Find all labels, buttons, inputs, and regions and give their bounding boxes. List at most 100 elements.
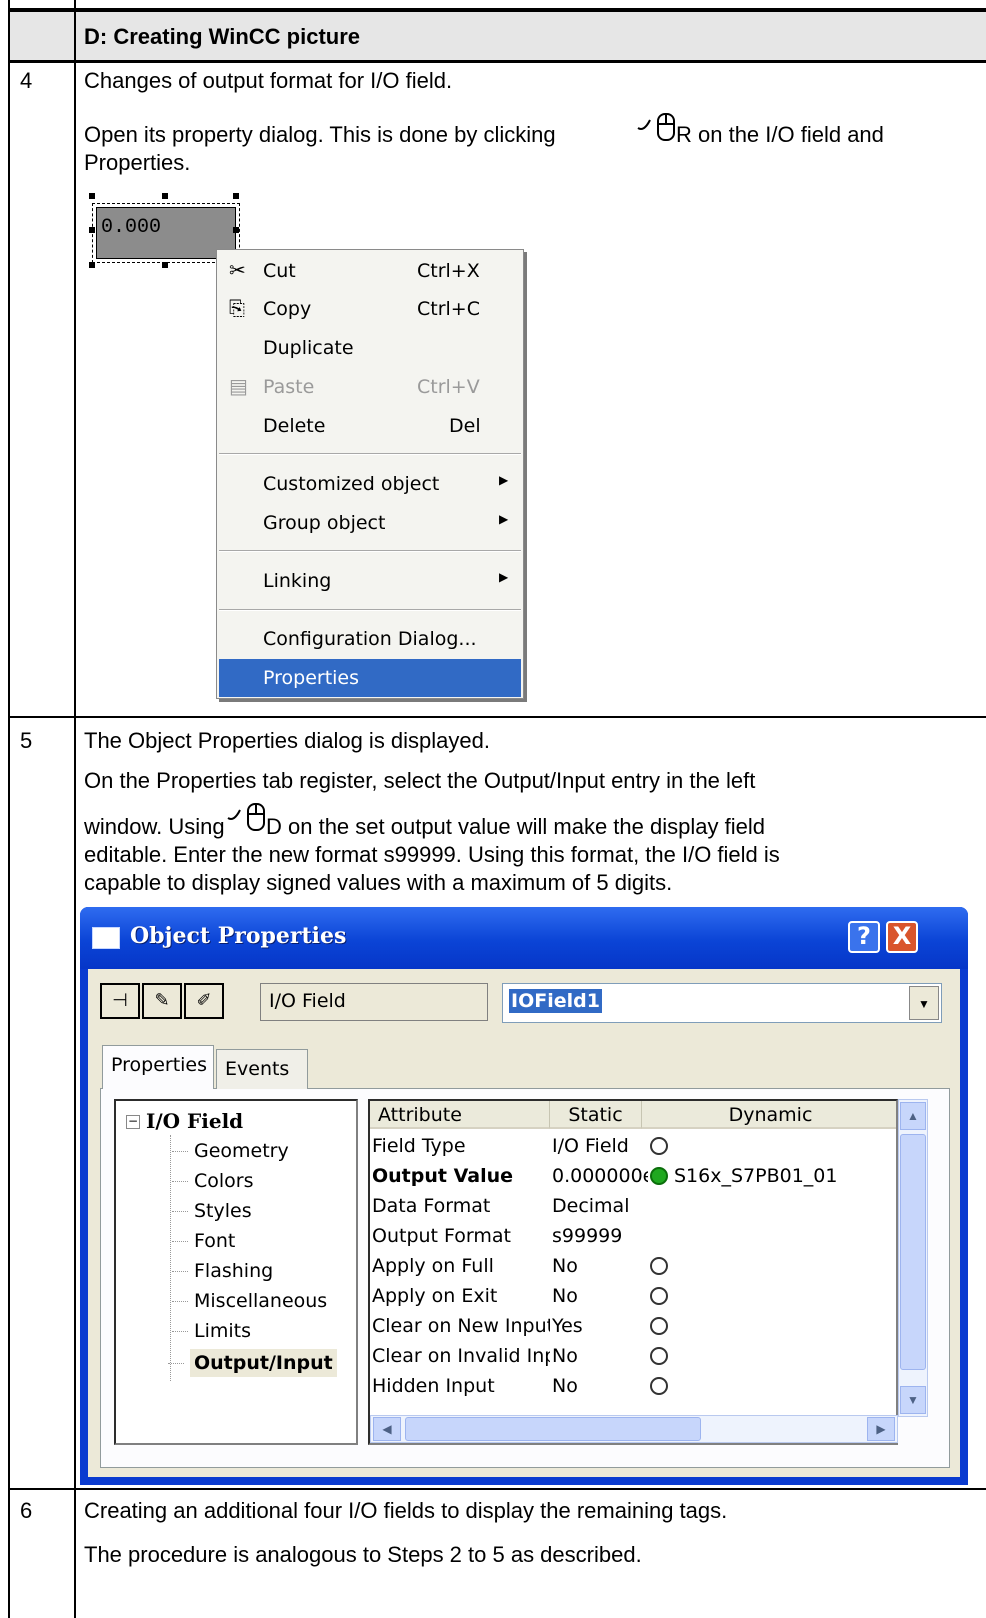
table-row[interactable]: Output Format s99999 (370, 1221, 896, 1251)
static-cell[interactable]: No (552, 1251, 648, 1281)
object-name-dropdown[interactable]: IOField1 ▼ (502, 983, 942, 1023)
tree-item-styles[interactable]: Styles (172, 1197, 252, 1225)
table-top-border (8, 8, 986, 12)
table-row[interactable]: Apply on Full No (370, 1251, 896, 1281)
document-page: D: Creating WinCC picture 4 Changes of o… (0, 0, 986, 1618)
step-text: The procedure is analogous to Steps 2 to… (84, 1542, 642, 1567)
static-cell[interactable]: No (552, 1341, 648, 1371)
vertical-scrollbar[interactable]: ▲ ▼ (898, 1099, 928, 1417)
menu-separator (219, 609, 521, 611)
menu-item-duplicate[interactable]: Duplicate (217, 329, 523, 367)
lightbulb-icon[interactable] (650, 1137, 668, 1155)
static-cell[interactable]: No (552, 1281, 648, 1311)
resize-handle[interactable] (162, 262, 168, 268)
menu-item-delete[interactable]: Delete Del (217, 407, 523, 445)
dialog-title: Object Properties (130, 923, 347, 949)
pipette-icon[interactable]: ✎ (142, 983, 182, 1019)
scroll-right-icon[interactable]: ▶ (867, 1417, 895, 1441)
step-text: Open its property dialog. This is done b… (84, 122, 556, 147)
table-row-divider (8, 1488, 986, 1490)
scroll-up-icon[interactable]: ▲ (900, 1102, 926, 1130)
tree-item-miscellaneous[interactable]: Miscellaneous (171, 1287, 327, 1315)
scroll-thumb[interactable] (405, 1417, 701, 1441)
tree-item-flashing[interactable]: Flashing (171, 1257, 273, 1285)
horizontal-scrollbar[interactable]: ◀ ▶ (370, 1415, 898, 1443)
static-cell[interactable]: Yes (552, 1311, 648, 1341)
resize-handle[interactable] (233, 193, 239, 199)
table-row[interactable]: Clear on Invalid Inp No (370, 1341, 896, 1371)
menu-item-copy[interactable]: ⎘ Copy Ctrl+C (217, 290, 523, 328)
static-cell[interactable]: 0.000000e (552, 1161, 648, 1191)
tree-item-font[interactable]: Font (171, 1227, 235, 1255)
tree-item-limits[interactable]: Limits (172, 1317, 251, 1345)
menu-item-cut[interactable]: ✂ Cut Ctrl+X (217, 252, 523, 290)
table-row[interactable]: Clear on New Input Yes (370, 1311, 896, 1341)
window-icon (92, 927, 120, 949)
help-button[interactable]: ? (848, 921, 880, 953)
attribute-cell: Apply on Exit (372, 1285, 498, 1307)
resize-handle[interactable] (89, 262, 95, 268)
submenu-arrow-icon: ▶ (499, 570, 509, 584)
tree-connector (170, 1135, 171, 1381)
scroll-down-icon[interactable]: ▼ (900, 1386, 926, 1414)
menu-item-label: Properties (263, 667, 360, 689)
static-cell[interactable]: I/O Field (552, 1131, 648, 1161)
scroll-left-icon[interactable]: ◀ (373, 1417, 401, 1441)
tree-item-output-input[interactable]: Output/Input (168, 1349, 337, 1377)
tree-item-geometry[interactable]: Geometry (172, 1137, 289, 1165)
menu-item-label: Cut (263, 260, 296, 282)
lightbulb-icon[interactable] (650, 1377, 668, 1395)
menu-item-customized-object[interactable]: Customized object ▶ (217, 465, 523, 503)
step-text: D on the set output value will make the … (266, 814, 765, 839)
dialog-title-bar[interactable]: Object Properties ? X (80, 907, 968, 969)
menu-item-label: Delete (263, 415, 326, 437)
static-cell[interactable]: Decimal (552, 1191, 648, 1221)
resize-handle[interactable] (162, 193, 168, 199)
menu-item-configuration-dialog[interactable]: Configuration Dialog... (217, 620, 523, 658)
tree-root[interactable]: I/O Field (146, 1107, 243, 1135)
attribute-cell: Clear on New Input (372, 1315, 550, 1337)
column-header-dynamic[interactable]: Dynamic (642, 1101, 896, 1129)
lightbulb-icon[interactable] (650, 1317, 668, 1335)
chevron-down-icon[interactable]: ▼ (909, 986, 939, 1020)
tab-properties[interactable]: Properties (102, 1045, 214, 1089)
step-number: 5 (20, 728, 33, 753)
pin-icon[interactable]: ⊣ (100, 983, 140, 1019)
resize-handle[interactable] (89, 193, 95, 199)
lightbulb-icon[interactable] (650, 1347, 668, 1365)
submenu-arrow-icon: ▶ (499, 512, 509, 526)
table-row[interactable]: Field Type I/O Field (370, 1131, 896, 1161)
collapse-icon[interactable]: − (126, 1115, 140, 1129)
dynamic-cell[interactable]: S16x_S7PB01_01 (674, 1161, 837, 1191)
table-row[interactable]: Output Value 0.000000e S16x_S7PB01_01 (370, 1161, 896, 1191)
attribute-cell: Hidden Input (372, 1375, 495, 1397)
step-text: window. Using (84, 814, 225, 839)
column-header-static[interactable]: Static (550, 1101, 642, 1129)
table-row-divider (8, 716, 986, 718)
tab-events[interactable]: Events (216, 1049, 308, 1089)
menu-item-label: Group object (263, 512, 386, 534)
menu-item-group-object[interactable]: Group object ▶ (217, 504, 523, 542)
static-cell[interactable]: No (552, 1371, 648, 1401)
tree-item-colors[interactable]: Colors (172, 1167, 254, 1195)
lightbulb-icon[interactable] (650, 1287, 668, 1305)
static-cell[interactable]: s99999 (552, 1221, 648, 1251)
table-row[interactable]: Apply on Exit No (370, 1281, 896, 1311)
pipette-apply-icon[interactable]: ✐ (184, 983, 224, 1019)
menu-item-linking[interactable]: Linking ▶ (217, 562, 523, 600)
scroll-thumb[interactable] (900, 1134, 926, 1370)
lightbulb-on-icon[interactable] (650, 1167, 668, 1185)
table-row[interactable]: Data Format Decimal (370, 1191, 896, 1221)
resize-handle[interactable] (233, 227, 239, 233)
io-field[interactable]: 0.000 (96, 207, 236, 259)
attribute-grid: Attribute Static Dynamic Field Type I/O … (368, 1099, 898, 1445)
menu-item-properties[interactable]: Properties (219, 659, 521, 697)
column-header-attribute[interactable]: Attribute (370, 1101, 550, 1129)
close-button[interactable]: X (886, 921, 918, 953)
table-row[interactable]: Hidden Input No (370, 1371, 896, 1401)
lightbulb-icon[interactable] (650, 1257, 668, 1275)
table-column-divider (74, 0, 76, 1618)
step-text: capable to display signed values with a … (84, 870, 673, 895)
menu-item-label: Customized object (263, 473, 440, 495)
resize-handle[interactable] (89, 227, 95, 233)
